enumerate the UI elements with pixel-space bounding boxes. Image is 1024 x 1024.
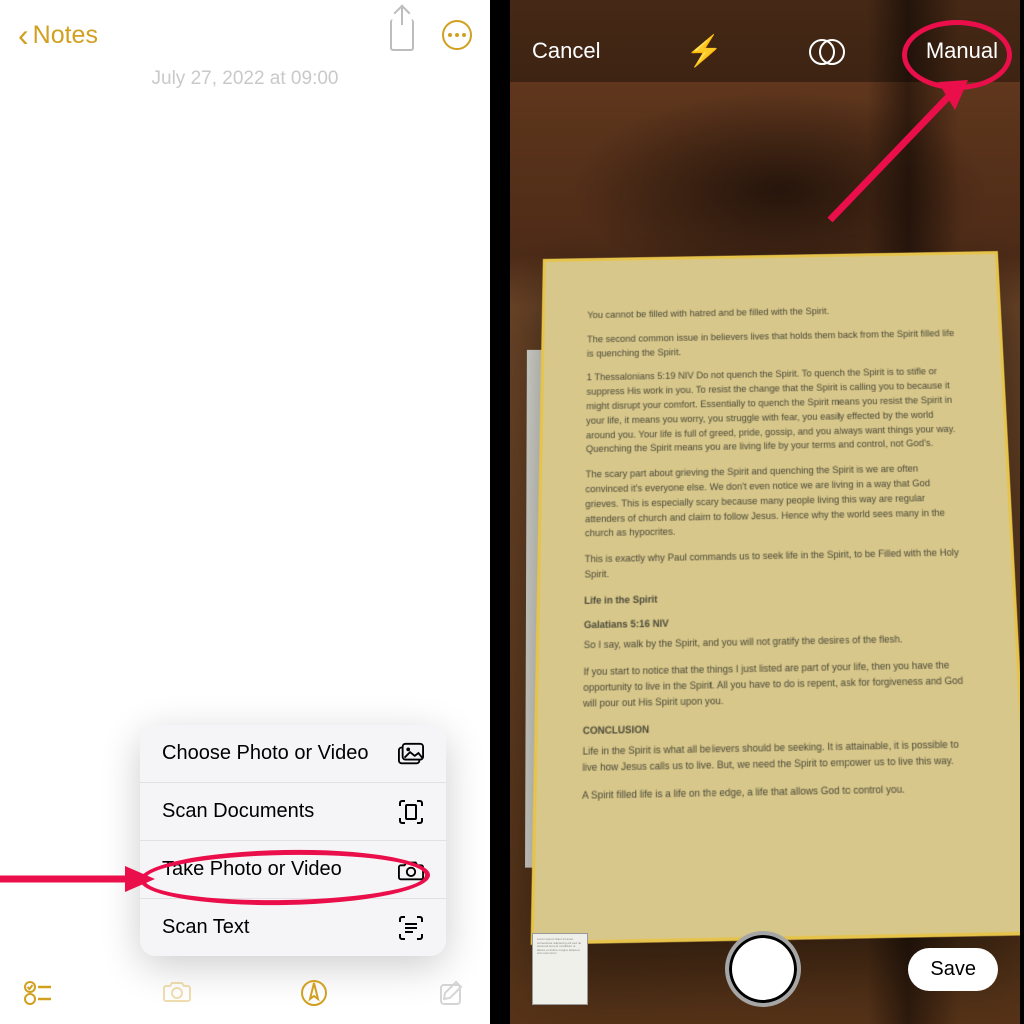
scan-documents-item[interactable]: Scan Documents <box>140 783 446 841</box>
back-button[interactable]: ‹ Notes <box>18 17 98 54</box>
attach-popup: Choose Photo or Video Scan Documents Tak… <box>140 725 446 956</box>
scan-text-item[interactable]: Scan Text <box>140 899 446 956</box>
choose-photo-item[interactable]: Choose Photo or Video <box>140 725 446 783</box>
back-label: Notes <box>33 21 98 50</box>
scan-documents-label: Scan Documents <box>162 800 314 823</box>
choose-photo-label: Choose Photo or Video <box>162 742 368 765</box>
camera-icon <box>398 859 424 881</box>
shutter-button[interactable] <box>725 931 801 1007</box>
compose-icon[interactable] <box>438 979 466 1007</box>
scan-text-icon <box>398 917 424 939</box>
save-button[interactable]: Save <box>908 948 998 991</box>
mode-toggle[interactable]: Manual <box>926 38 998 64</box>
camera-toolbar-icon[interactable] <box>162 979 190 1007</box>
take-photo-item[interactable]: Take Photo or Video <box>140 841 446 899</box>
note-timestamp: July 27, 2022 at 09:00 <box>0 68 490 90</box>
annotation-arrow <box>820 70 980 230</box>
photo-library-icon <box>398 743 424 765</box>
annotation-arrow <box>0 864 155 884</box>
more-icon[interactable] <box>442 20 472 50</box>
checklist-icon[interactable] <box>24 979 52 1007</box>
scan-text-label: Scan Text <box>162 916 249 939</box>
scanner-screen: You cannot be filled with hatred and be … <box>490 0 1024 1024</box>
flash-icon[interactable]: ⚡ <box>686 34 723 69</box>
notes-toolbar <box>0 962 490 1024</box>
scan-documents-icon <box>398 801 424 823</box>
notes-app-screen: ‹ Notes July 27, 2022 at 09:00 Choose Ph… <box>0 0 490 1024</box>
detected-document: You cannot be filled with hatred and be … <box>531 251 1020 945</box>
scan-thumbnail[interactable]: Lorem ipsum dolor sit amet consectetur a… <box>532 933 588 1005</box>
cancel-button[interactable]: Cancel <box>532 38 600 64</box>
take-photo-label: Take Photo or Video <box>162 858 342 881</box>
color-filter-icon[interactable] <box>809 39 841 63</box>
scanner-bottombar: Lorem ipsum dolor sit amet consectetur a… <box>510 914 1020 1024</box>
markup-icon[interactable] <box>300 979 328 1007</box>
chevron-left-icon: ‹ <box>18 17 29 54</box>
share-icon[interactable] <box>390 19 414 51</box>
notes-header: ‹ Notes <box>0 0 490 70</box>
